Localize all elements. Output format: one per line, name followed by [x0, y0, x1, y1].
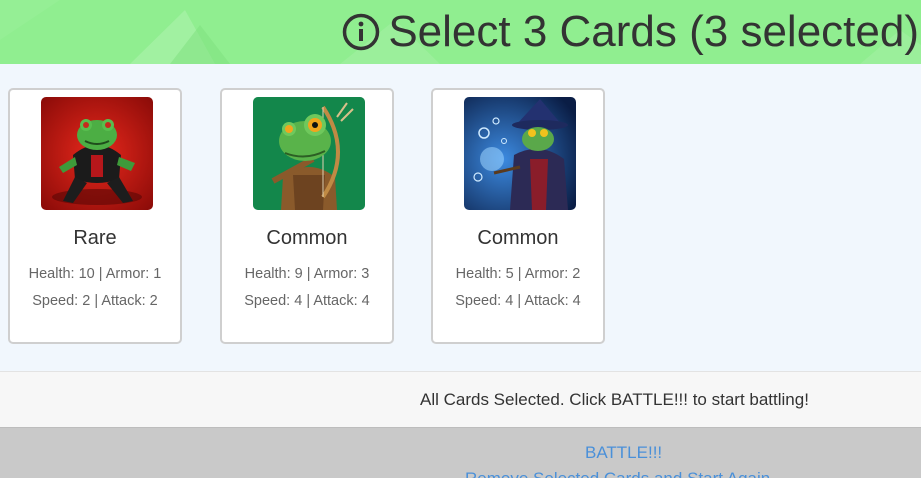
card-2[interactable]: Common Health: 9 | Armor: 3 Speed: 4 | A…	[220, 88, 394, 344]
action-bar: BATTLE!!! Remove Selected Cards and Star…	[0, 427, 921, 478]
info-circle-icon	[343, 13, 380, 51]
selected-cards-area: Rare Health: 10 | Armor: 1 Speed: 2 | At…	[0, 64, 921, 371]
card-3[interactable]: Common Health: 5 | Armor: 2 Speed: 4 | A…	[431, 88, 605, 344]
page-title: Select 3 Cards (3 selected)	[342, 7, 919, 57]
card-1[interactable]: Rare Health: 10 | Armor: 1 Speed: 2 | At…	[8, 88, 182, 344]
card-rarity: Rare	[73, 227, 117, 249]
page-header: Select 3 Cards (3 selected)	[0, 0, 921, 64]
battle-link[interactable]: BATTLE!!!	[585, 443, 662, 463]
status-bar: All Cards Selected. Click BATTLE!!! to s…	[0, 371, 921, 428]
card-stats-health-armor: Health: 5 | Armor: 2	[455, 266, 581, 282]
card-stats-speed-attack: Speed: 4 | Attack: 4	[244, 293, 370, 309]
card-rarity: Common	[477, 227, 559, 249]
frog-wizard-image	[464, 97, 576, 210]
frog-archer-image	[253, 97, 365, 210]
card-stats-health-armor: Health: 10 | Armor: 1	[28, 266, 162, 282]
status-message: All Cards Selected. Click BATTLE!!! to s…	[420, 390, 809, 409]
frog-fighter-image	[41, 97, 153, 210]
card-stats-speed-attack: Speed: 2 | Attack: 2	[32, 293, 158, 309]
card-stats-health-armor: Health: 9 | Armor: 3	[244, 266, 370, 282]
card-stats-speed-attack: Speed: 4 | Attack: 4	[455, 293, 581, 309]
card-rarity: Common	[266, 227, 348, 249]
page-title-text: Select 3 Cards (3 selected)	[388, 7, 919, 56]
